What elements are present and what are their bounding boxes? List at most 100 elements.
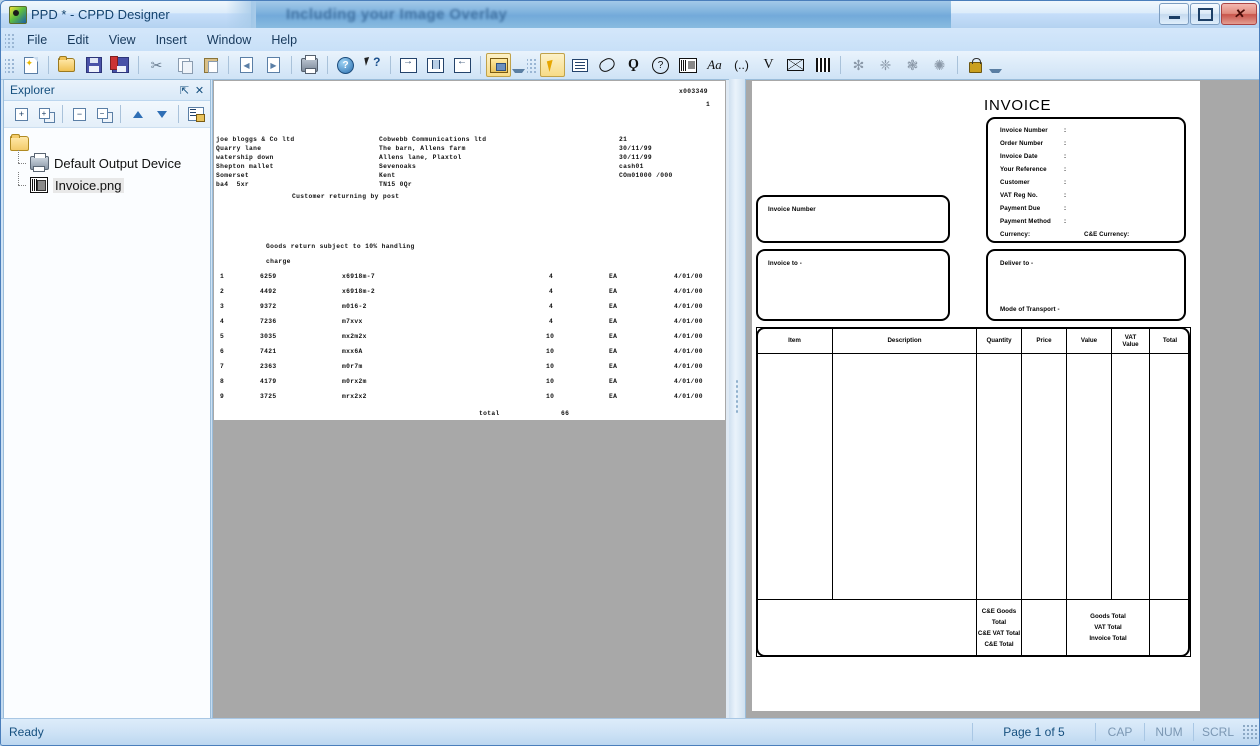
align-3-button[interactable]: ❃ xyxy=(900,53,925,77)
cell-total[interactable] xyxy=(1149,353,1191,600)
lock-button[interactable] xyxy=(963,53,988,77)
help-button[interactable]: ? xyxy=(333,53,358,77)
overlay-preview-pane[interactable]: INVOICE Invoice Number Order Number Invo… xyxy=(745,79,1259,721)
menu-file[interactable]: File xyxy=(17,30,57,50)
totals-blank-cell xyxy=(756,598,977,658)
split-view-button[interactable] xyxy=(423,53,448,77)
barcode-tool-button[interactable]: Ϙ xyxy=(621,53,646,77)
previous-page-button[interactable]: ◀ xyxy=(234,53,259,77)
doc-page-number: 1 xyxy=(706,101,711,108)
menu-bar: File Edit View Insert Window Help xyxy=(1,28,1259,52)
toolbar-overflow-button-2[interactable] xyxy=(990,54,1000,76)
align-4-button[interactable]: ✺ xyxy=(927,53,952,77)
image-tool-button[interactable] xyxy=(675,53,700,77)
context-help-button[interactable] xyxy=(360,53,385,77)
field-ce-currency-label: C&E Currency: xyxy=(1084,231,1130,238)
doc-row-date: 4/01/00 xyxy=(674,303,703,310)
cell-item[interactable] xyxy=(756,353,833,600)
totals-values[interactable] xyxy=(1149,598,1191,658)
overlay-items-table[interactable]: Item Description Quantity Price Value VA… xyxy=(756,326,1191,658)
paste-icon xyxy=(203,57,218,73)
main-toolbar: ✦ ✂ ◀ ▶ ? ? → ← Ϙ ? Aa (..) V ✻ ❈ ❃ ✺ xyxy=(1,51,1259,80)
ellipse-tool-button[interactable] xyxy=(594,53,619,77)
bars-tool-button[interactable] xyxy=(810,53,835,77)
move-up-button[interactable] xyxy=(126,103,149,125)
totals-invoice-total: Invoice Total xyxy=(1089,635,1127,643)
expression-tool-button[interactable]: (..) xyxy=(729,53,754,77)
overlay-page: INVOICE Invoice Number Order Number Invo… xyxy=(752,81,1200,711)
toolbar-separator xyxy=(957,56,958,74)
toolbar-overflow-button-1[interactable] xyxy=(513,54,523,76)
email-tool-button[interactable] xyxy=(783,53,808,77)
variable-tool-button[interactable]: V xyxy=(756,53,781,77)
expand-all-button[interactable]: + xyxy=(34,103,57,125)
dock-right-button[interactable] xyxy=(396,53,421,77)
minimize-button[interactable] xyxy=(1159,3,1189,25)
totals-ce-values[interactable] xyxy=(1021,598,1067,658)
document-preview-pane[interactable]: x003349 1 joe bloggs & Co ltd Quarry lan… xyxy=(212,79,731,721)
next-page-button[interactable]: ▶ xyxy=(261,53,286,77)
cell-vat-value[interactable] xyxy=(1111,353,1150,600)
menu-insert[interactable]: Insert xyxy=(146,30,197,50)
copy-button[interactable] xyxy=(171,53,196,77)
overlay-items-header-row: Item Description Quantity Price Value VA… xyxy=(756,326,1191,355)
menu-view[interactable]: View xyxy=(99,30,146,50)
align-2-button[interactable]: ❈ xyxy=(873,53,898,77)
tree-root-node[interactable] xyxy=(10,133,210,152)
align-1-icon: ✻ xyxy=(852,56,865,73)
toolbar-grip-handle-1[interactable] xyxy=(5,57,14,73)
col-vat-value-line2: Value xyxy=(1122,340,1139,348)
font-tool-button[interactable]: Aa xyxy=(702,53,727,77)
close-icon[interactable]: ✕ xyxy=(192,83,207,98)
properties-button[interactable] xyxy=(184,103,207,125)
doc-row-uom: EA xyxy=(609,318,618,325)
save-all-button[interactable] xyxy=(108,53,133,77)
cell-value[interactable] xyxy=(1066,353,1112,600)
menu-grip-handle[interactable] xyxy=(5,31,14,48)
save-button[interactable] xyxy=(81,53,106,77)
menu-help[interactable]: Help xyxy=(261,30,307,50)
dock-left-button[interactable] xyxy=(450,53,475,77)
paste-button[interactable] xyxy=(198,53,223,77)
doc-row-line: 6 xyxy=(220,348,225,355)
status-message: Ready xyxy=(9,725,44,739)
doc-row-code: 7421 xyxy=(260,348,277,355)
overlay-invoice-number-box[interactable]: Invoice Number xyxy=(756,195,950,243)
cell-price[interactable] xyxy=(1021,353,1067,600)
overlay-detail-box[interactable]: Invoice Number Order Number Invoice Date… xyxy=(986,117,1186,243)
collapse-all-button[interactable]: − xyxy=(92,103,115,125)
expand-node-button[interactable]: + xyxy=(10,103,33,125)
collapse-node-button[interactable]: − xyxy=(68,103,91,125)
align-1-button[interactable]: ✻ xyxy=(846,53,871,77)
select-tool-button[interactable] xyxy=(540,53,565,77)
doc-row-code: 3725 xyxy=(260,393,277,400)
folder-icon xyxy=(10,133,29,151)
field-colon: : xyxy=(1064,140,1067,147)
move-down-button[interactable] xyxy=(150,103,173,125)
resize-grip-icon[interactable] xyxy=(1242,724,1258,740)
close-button[interactable]: ✕ xyxy=(1221,3,1257,25)
doc-row-qty: 4 xyxy=(549,273,554,280)
doc-row-part: mx2m2x xyxy=(342,333,367,340)
status-bar: Ready Page 1 of 5 CAP NUM SCRL xyxy=(1,718,1259,745)
cut-button[interactable]: ✂ xyxy=(144,53,169,77)
menu-window[interactable]: Window xyxy=(197,30,261,50)
tree-item-default-output-device[interactable]: Default Output Device xyxy=(10,150,210,174)
overlay-deliver-to-box[interactable]: Deliver to - Mode of Transport - xyxy=(986,249,1186,321)
pin-icon[interactable]: ⇱ xyxy=(177,83,192,98)
text-block-tool-button[interactable] xyxy=(567,53,592,77)
menu-edit[interactable]: Edit xyxy=(57,30,99,50)
conditional-tool-button[interactable]: ? xyxy=(648,53,673,77)
cell-description[interactable] xyxy=(832,353,977,600)
image-overlay-button[interactable] xyxy=(486,53,511,77)
print-button[interactable] xyxy=(297,53,322,77)
doc-row-date: 4/01/00 xyxy=(674,393,703,400)
open-button[interactable] xyxy=(54,53,79,77)
overlay-invoice-to-box[interactable]: Invoice to - xyxy=(756,249,950,321)
tree-item-invoice-png[interactable]: Invoice.png xyxy=(10,172,210,196)
maximize-button[interactable] xyxy=(1190,3,1220,25)
new-document-button[interactable]: ✦ xyxy=(18,53,43,77)
pane-splitter[interactable] xyxy=(729,79,745,719)
cell-quantity[interactable] xyxy=(976,353,1022,600)
toolbar-grip-handle-2[interactable] xyxy=(527,57,536,73)
